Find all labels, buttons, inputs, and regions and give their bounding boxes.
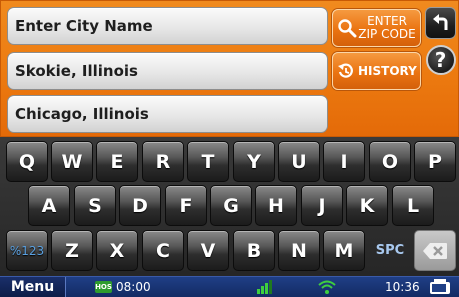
recent-city-label: Chicago, Illinois <box>15 105 149 123</box>
zip-button-label: ENTER ZIP CODE <box>358 14 416 41</box>
key-space[interactable]: SPC <box>369 230 411 271</box>
key-h[interactable]: H <box>255 185 297 226</box>
enter-zip-code-button[interactable]: ENTER ZIP CODE <box>332 9 421 47</box>
history-label: HISTORY <box>358 64 417 78</box>
device-icon[interactable] <box>428 279 452 295</box>
key-u[interactable]: U <box>278 141 320 182</box>
history-icon <box>338 63 353 78</box>
backspace-icon <box>423 242 447 259</box>
key-a[interactable]: A <box>28 185 70 226</box>
key-y[interactable]: Y <box>233 141 275 182</box>
menu-button[interactable]: Menu <box>0 277 66 297</box>
key-x[interactable]: X <box>96 230 138 271</box>
key-l[interactable]: L <box>392 185 434 226</box>
key-d[interactable]: D <box>119 185 161 226</box>
key-g[interactable]: G <box>210 185 252 226</box>
key-m[interactable]: M <box>323 230 365 271</box>
hos-badge: HOS <box>95 281 112 293</box>
clock: 10:36 <box>385 280 420 294</box>
key-w[interactable]: W <box>51 141 93 182</box>
back-button[interactable] <box>425 7 456 39</box>
key-k[interactable]: K <box>346 185 388 226</box>
key-numbers[interactable]: %123 <box>6 230 48 271</box>
search-icon <box>338 19 357 38</box>
recent-city-label: Skokie, Illinois <box>15 62 138 80</box>
recent-city-item[interactable]: Skokie, Illinois <box>7 52 328 90</box>
key-e[interactable]: E <box>96 141 138 182</box>
key-j[interactable]: J <box>301 185 343 226</box>
search-panel: Enter City Name Skokie, Illinois Chicago… <box>0 0 459 137</box>
key-q[interactable]: Q <box>6 141 48 182</box>
city-name-placeholder: Enter City Name <box>15 17 153 35</box>
recent-city-item[interactable]: Chicago, Illinois <box>7 95 328 133</box>
status-bar: Menu HOS 08:00 10:36 <box>0 276 459 297</box>
key-c[interactable]: C <box>142 230 184 271</box>
on-screen-keyboard: Q W E R T Y U I O P A S D F G H J K L %1… <box>0 137 459 276</box>
key-z[interactable]: Z <box>51 230 93 271</box>
key-p[interactable]: P <box>414 141 456 182</box>
signal-icon <box>257 280 272 294</box>
key-v[interactable]: V <box>187 230 229 271</box>
key-o[interactable]: O <box>369 141 411 182</box>
help-icon: ? <box>425 45 456 75</box>
help-button[interactable]: ? <box>425 44 456 76</box>
back-arrow-icon <box>432 14 447 30</box>
key-r[interactable]: R <box>142 141 184 182</box>
key-t[interactable]: T <box>187 141 229 182</box>
key-i[interactable]: I <box>323 141 365 182</box>
city-name-input[interactable]: Enter City Name <box>7 7 328 45</box>
key-f[interactable]: F <box>165 185 207 226</box>
key-n[interactable]: N <box>278 230 320 271</box>
key-b[interactable]: B <box>233 230 275 271</box>
hos-time: 08:00 <box>116 280 151 294</box>
history-button[interactable]: HISTORY <box>332 52 421 90</box>
key-backspace[interactable] <box>414 230 456 271</box>
wifi-icon <box>318 280 336 294</box>
key-s[interactable]: S <box>74 185 116 226</box>
